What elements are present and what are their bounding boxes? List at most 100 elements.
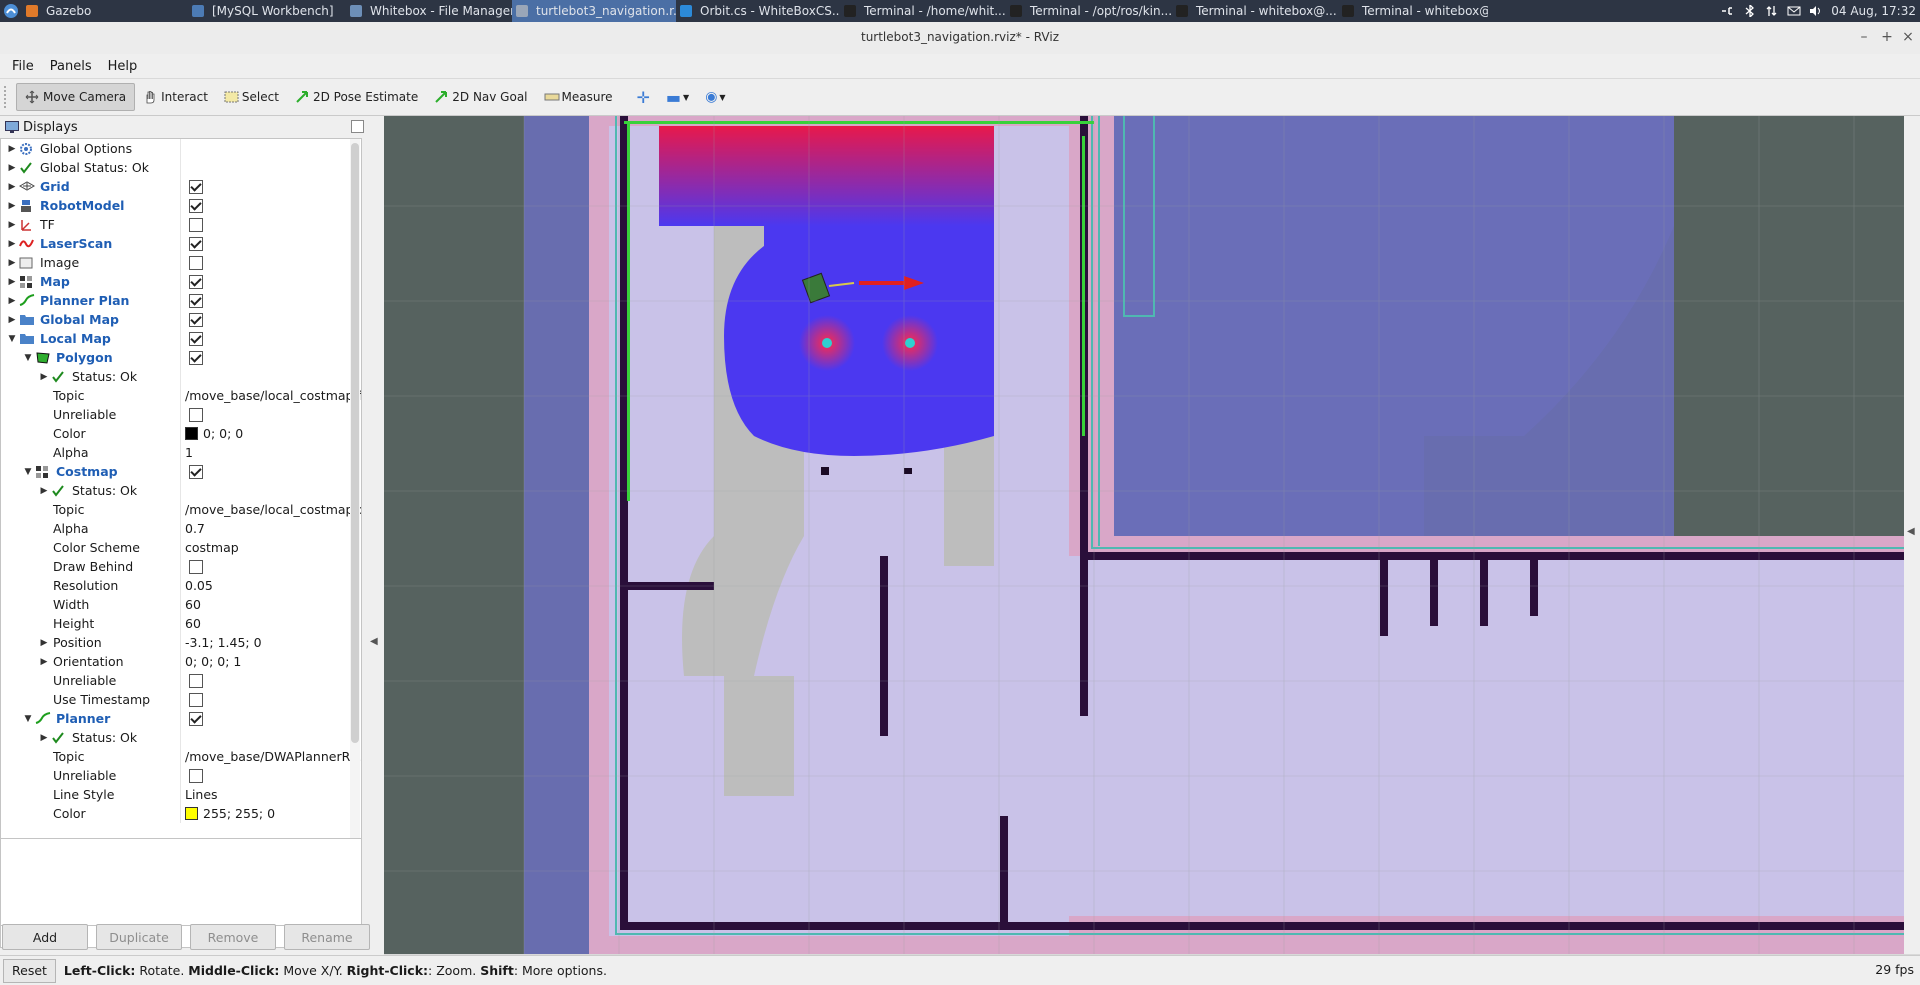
taskbar-item[interactable]: Terminal - whitebox@... bbox=[1338, 0, 1488, 22]
checkbox[interactable] bbox=[189, 236, 203, 251]
tree-row-value-cell[interactable] bbox=[181, 139, 361, 158]
expand-right-icon[interactable]: ▶ bbox=[37, 486, 51, 496]
menu-file[interactable]: File bbox=[4, 59, 42, 74]
tree-row[interactable]: Alpha 1 bbox=[1, 443, 361, 462]
tree-row[interactable]: Topic/move_base/DWAPlannerRO... bbox=[1, 747, 361, 766]
tree-row[interactable]: ▶ Orientation 0; 0; 0; 1 bbox=[1, 652, 361, 671]
tree-row[interactable]: ▼ Costmap bbox=[1, 462, 361, 481]
tree-row-value-cell[interactable]: /move_base/DWAPlannerRO... bbox=[181, 747, 361, 766]
tree-row[interactable]: Use Timestamp bbox=[1, 690, 361, 709]
tree-row-value-cell[interactable] bbox=[181, 348, 361, 367]
checkbox[interactable] bbox=[189, 331, 203, 346]
expand-down-icon[interactable]: ▼ bbox=[21, 353, 35, 363]
taskbar-item[interactable]: Whitebox - File Manager bbox=[346, 0, 512, 22]
expand-right-icon[interactable]: ▶ bbox=[5, 296, 19, 306]
displays-tree[interactable]: ▶ Global Options ▶ Global Status: Ok ▶ Grid ▶ R… bbox=[0, 138, 362, 948]
remove-button[interactable]: Remove bbox=[190, 924, 276, 950]
tree-row[interactable]: Alpha 0.7 bbox=[1, 519, 361, 538]
checkbox[interactable] bbox=[189, 179, 203, 194]
tree-row[interactable]: ▶ Planner Plan bbox=[1, 291, 361, 310]
tree-row-value-cell[interactable] bbox=[181, 405, 361, 424]
tree-row-value-cell[interactable] bbox=[181, 310, 361, 329]
tree-row[interactable]: ▶ Position -3.1; 1.45; 0 bbox=[1, 633, 361, 652]
tree-row-value-cell[interactable] bbox=[181, 272, 361, 291]
tree-row[interactable]: Height 60 bbox=[1, 614, 361, 633]
expand-right-icon[interactable]: ▶ bbox=[5, 258, 19, 268]
tree-row-value-cell[interactable]: 0.05 bbox=[181, 576, 361, 595]
taskbar-item[interactable]: turtlebot3_navigation.r... bbox=[512, 0, 676, 22]
tree-row[interactable]: ▼ Polygon bbox=[1, 348, 361, 367]
taskbar-item[interactable]: Terminal - whitebox@... bbox=[1172, 0, 1338, 22]
tree-row-value-cell[interactable] bbox=[181, 557, 361, 576]
power-icon[interactable] bbox=[1721, 5, 1734, 17]
duplicate-button[interactable]: Duplicate bbox=[96, 924, 182, 950]
checkbox[interactable] bbox=[189, 768, 203, 783]
tree-row[interactable]: ▶ Status: Ok bbox=[1, 367, 361, 386]
expand-down-icon[interactable]: ▼ bbox=[21, 467, 35, 477]
expand-right-icon[interactable]: ▶ bbox=[37, 372, 51, 382]
tree-row[interactable]: ▶ Map bbox=[1, 272, 361, 291]
tree-row-value-cell[interactable]: Lines bbox=[181, 785, 361, 804]
taskbar-item[interactable]: Terminal - /home/whit... bbox=[840, 0, 1006, 22]
checkbox[interactable] bbox=[189, 673, 203, 688]
toolbar-grip[interactable] bbox=[4, 86, 12, 108]
expand-right-icon[interactable]: ▶ bbox=[37, 638, 51, 648]
tree-row[interactable]: Unreliable bbox=[1, 671, 361, 690]
checkbox[interactable] bbox=[189, 711, 203, 726]
tree-row-value-cell[interactable] bbox=[181, 709, 361, 728]
tree-row[interactable]: ▶ TF bbox=[1, 215, 361, 234]
checkbox[interactable] bbox=[189, 217, 203, 232]
checkbox[interactable] bbox=[189, 407, 203, 422]
move-camera-button[interactable]: Move Camera bbox=[16, 83, 136, 111]
tree-row[interactable]: Unreliable bbox=[1, 766, 361, 785]
checkbox[interactable] bbox=[189, 198, 203, 213]
tree-row-value-cell[interactable] bbox=[181, 253, 361, 272]
tree-row[interactable]: ▶ LaserScan bbox=[1, 234, 361, 253]
network-icon[interactable] bbox=[1765, 5, 1778, 17]
tree-row[interactable]: Color 0; 0; 0 bbox=[1, 424, 361, 443]
bluetooth-icon[interactable] bbox=[1743, 3, 1756, 19]
tree-row[interactable]: Draw Behind bbox=[1, 557, 361, 576]
tree-row-value-cell[interactable]: /move_base/local_costmap/c... bbox=[181, 500, 361, 519]
tree-row-value-cell[interactable]: 60 bbox=[181, 595, 361, 614]
tree-row[interactable]: ▶ Image bbox=[1, 253, 361, 272]
tree-row-value-cell[interactable] bbox=[181, 766, 361, 785]
reset-button[interactable]: Reset bbox=[3, 958, 56, 983]
tree-row[interactable]: ▶ Status: Ok bbox=[1, 481, 361, 500]
tree-scrollbar[interactable] bbox=[350, 139, 360, 945]
tree-row-value-cell[interactable] bbox=[181, 196, 361, 215]
nav-goal-button[interactable]: 2D Nav Goal bbox=[426, 83, 535, 111]
taskbar-item[interactable]: [MySQL Workbench] bbox=[188, 0, 346, 22]
tree-row-value-cell[interactable] bbox=[181, 329, 361, 348]
tree-row[interactable]: Line Style Lines bbox=[1, 785, 361, 804]
expand-right-icon[interactable]: ▶ bbox=[5, 239, 19, 249]
maximize-icon[interactable]: + bbox=[1879, 29, 1895, 45]
app-menu-icon[interactable] bbox=[0, 0, 22, 22]
tree-row[interactable]: Topic/move_base/local_costmap/c... bbox=[1, 500, 361, 519]
tree-row-value-cell[interactable] bbox=[181, 234, 361, 253]
tree-row[interactable]: ▶ Grid bbox=[1, 177, 361, 196]
tree-row[interactable]: ▶ Global Status: Ok bbox=[1, 158, 361, 177]
expand-right-icon[interactable]: ▶ bbox=[37, 733, 51, 743]
menu-panels[interactable]: Panels bbox=[42, 59, 100, 74]
tree-row-value-cell[interactable]: -3.1; 1.45; 0 bbox=[181, 633, 361, 652]
view-tool-button[interactable]: ◉ ▼ bbox=[697, 83, 733, 111]
checkbox[interactable] bbox=[189, 293, 203, 308]
tree-row-value-cell[interactable] bbox=[181, 215, 361, 234]
tree-row[interactable]: ▶ RobotModel bbox=[1, 196, 361, 215]
taskbar-item[interactable]: Orbit.cs - WhiteBoxCS... bbox=[676, 0, 840, 22]
tree-row-value-cell[interactable]: 0; 0; 0 bbox=[181, 424, 361, 443]
volume-icon[interactable] bbox=[1809, 5, 1822, 17]
checkbox[interactable] bbox=[189, 274, 203, 289]
expand-right-icon[interactable]: ▶ bbox=[5, 315, 19, 325]
minimize-icon[interactable]: – bbox=[1856, 29, 1872, 45]
add-tool-button[interactable]: ✛ bbox=[629, 83, 658, 111]
tree-row-value-cell[interactable] bbox=[181, 728, 361, 747]
checkbox[interactable] bbox=[189, 255, 203, 270]
taskbar-item[interactable]: Terminal - /opt/ros/kin... bbox=[1006, 0, 1172, 22]
remove-tool-button[interactable]: ▬ ▼ bbox=[658, 83, 697, 111]
tree-row[interactable]: Color 255; 255; 0 bbox=[1, 804, 361, 823]
collapse-left-icon[interactable]: ◀ bbox=[370, 636, 378, 647]
tree-row-value-cell[interactable]: 0.7 bbox=[181, 519, 361, 538]
tree-row[interactable]: Resolution 0.05 bbox=[1, 576, 361, 595]
